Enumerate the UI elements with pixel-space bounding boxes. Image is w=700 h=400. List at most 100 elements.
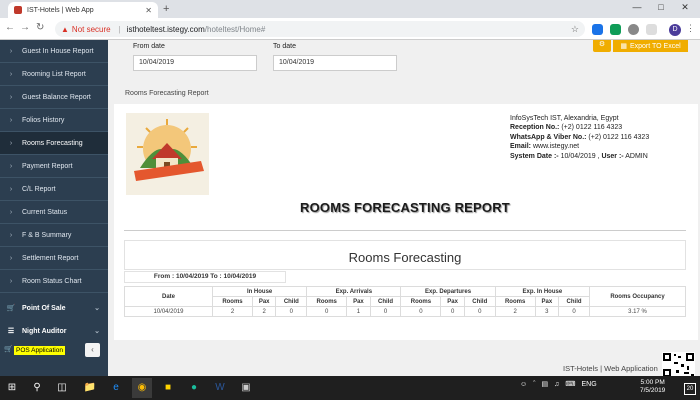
edge-icon[interactable]: e — [106, 378, 126, 398]
url-path: /hoteltest/Home# — [204, 24, 266, 34]
url-field[interactable]: ▲ Not secure | isthoteltest.istegy.com/h… — [55, 21, 585, 37]
app-circle-icon[interactable]: ● — [184, 378, 204, 398]
from-date-input[interactable]: 10/04/2019 — [133, 55, 257, 71]
minimize-button[interactable]: — — [626, 2, 648, 12]
close-tab-icon[interactable]: ✕ — [145, 6, 152, 15]
sidebar-item-room-status-chart[interactable]: › Room Status Chart — [0, 270, 108, 293]
notification-center-icon[interactable]: 20 — [684, 383, 696, 395]
footer-watermark: IST-Hotels | Web Application — [563, 364, 658, 373]
whatsapp-value: (+2) 0122 116 4323 — [586, 133, 650, 141]
table-cell: 2 — [212, 306, 253, 317]
sidebar-item-label: Rooming List Report — [22, 70, 86, 78]
extension-c-icon[interactable] — [610, 24, 621, 35]
divider — [124, 230, 686, 231]
table-icon: ▦ — [620, 43, 627, 50]
sidebar-item-label: Folios History — [22, 116, 65, 124]
forward-arrow-icon[interactable]: → — [20, 22, 30, 33]
clock-time: 5:00 PM — [640, 379, 665, 386]
profile-avatar[interactable]: D — [669, 24, 681, 36]
tab-title: IST-Hotels | Web App — [27, 6, 94, 14]
hotel-logo — [126, 113, 209, 195]
system-date-line: System Date :- 10/04/2019 , User :- ADMI… — [510, 152, 649, 161]
sidebar-item-rooming-list-report[interactable]: › Rooming List Report — [0, 63, 108, 86]
extension-translate-icon[interactable] — [592, 24, 603, 35]
system-date-value: 10/04/2019 , — [558, 152, 602, 160]
sidebar-item-label: Payment Report — [22, 162, 73, 170]
sidebar: › Guest In House Report › Rooming List Rep… — [0, 40, 108, 376]
sidebar-item-current-status[interactable]: › Current Status — [0, 201, 108, 224]
bookmark-star-icon[interactable]: ☆ — [571, 24, 579, 35]
network-icon[interactable]: ▤ — [542, 380, 549, 388]
back-arrow-icon[interactable]: ← — [5, 22, 15, 33]
favicon-icon — [14, 6, 22, 14]
date-header: Date — [124, 286, 213, 307]
keyboard-icon[interactable]: ⌨ — [565, 380, 575, 388]
sidebar-item-payment-report[interactable]: › Payment Report — [0, 155, 108, 178]
search-icon[interactable]: ⚲ — [27, 378, 47, 398]
cart-icon: 🛒 — [6, 305, 16, 312]
chevron-right-icon: › — [9, 116, 13, 124]
collapse-sidebar-button[interactable]: ‹ — [85, 343, 100, 357]
date-range: From : 10/04/2019 To : 10/04/2019 — [124, 271, 286, 283]
browser-tab[interactable]: IST-Hotels | Web App ✕ — [8, 2, 158, 18]
to-date-input[interactable]: 10/04/2019 — [273, 55, 397, 71]
table-cell: 1 — [346, 306, 371, 317]
sub-header: Rooms — [400, 296, 442, 307]
extension-circle-icon[interactable] — [628, 24, 639, 35]
sidebar-item-label: C/L Report — [22, 185, 56, 193]
group-header-exp-departures: Exp. Departures — [400, 286, 496, 297]
task-view-icon[interactable]: ◫ — [52, 378, 72, 398]
sidebar-item-cl-report[interactable]: › C/L Report — [0, 178, 108, 201]
company-address: InfoSysTech IST, Alexandria, Egypt — [510, 115, 619, 122]
table-cell: 3 — [534, 306, 560, 317]
sub-header: Child — [558, 296, 590, 307]
word-icon[interactable]: W — [210, 378, 230, 398]
sidebar-item-guest-in-house-report[interactable]: › Guest In House Report — [0, 40, 108, 63]
browser-menu-icon[interactable]: ⋮ — [686, 23, 695, 34]
sidebar-group-point-of-sale[interactable]: 🛒 Point Of Sale ⌄ — [0, 297, 108, 319]
sub-header: Pax — [534, 296, 560, 307]
chevron-right-icon: › — [9, 277, 13, 285]
sidebar-item-settlement-report[interactable]: › Settlement Report — [0, 247, 108, 270]
volume-icon[interactable]: ♫ — [554, 381, 559, 388]
sidebar-item-label: Guest Balance Report — [22, 93, 91, 101]
pos-application-link[interactable]: POS Application — [14, 346, 65, 355]
chevron-up-icon[interactable]: ˆ — [533, 381, 535, 388]
group-header-exp-arrivals: Exp. Arrivals — [306, 286, 402, 297]
extension-puzzle-icon[interactable] — [646, 24, 657, 35]
sticky-notes-icon[interactable]: ■ — [158, 378, 178, 398]
sub-header: Pax — [346, 296, 371, 307]
chevron-right-icon: › — [9, 231, 13, 239]
from-date-label: From date — [133, 43, 165, 50]
table-cell: 2 — [251, 306, 277, 317]
sidebar-item-rooms-forecasting[interactable]: › Rooms Forecasting — [0, 132, 108, 155]
sidebar-item-label: Current Status — [22, 208, 68, 216]
file-explorer-icon[interactable]: 📁 — [80, 378, 100, 398]
user-value: ADMIN — [623, 152, 648, 160]
clock[interactable]: 5:00 PM 7/5/2019 — [640, 379, 665, 395]
security-label[interactable]: Not secure — [72, 25, 111, 34]
sub-header: Pax — [440, 296, 465, 307]
url-separator: | — [118, 24, 121, 34]
maximize-button[interactable]: □ — [650, 2, 672, 12]
table-cell: 0 — [306, 306, 348, 317]
sidebar-item-label: F & B Summary — [22, 231, 72, 239]
sidebar-item-fb-summary[interactable]: › F & B Summary — [0, 224, 108, 247]
chrome-icon[interactable]: ◉ — [132, 378, 152, 398]
app-window-icon[interactable]: ▣ — [236, 378, 256, 398]
gear-button[interactable]: ⚙ — [593, 40, 611, 52]
pos-cart-icon: 🛒 — [4, 346, 13, 353]
export-excel-button[interactable]: ▦ Export TO Excel — [613, 40, 688, 52]
sidebar-item-guest-balance-report[interactable]: › Guest Balance Report — [0, 86, 108, 109]
sub-header: Child — [463, 296, 496, 307]
sidebar-group-night-auditor[interactable]: ☰ Night Auditor ⌄ — [0, 320, 108, 342]
reload-icon[interactable]: ↻ — [36, 22, 44, 33]
sidebar-item-folios-history[interactable]: › Folios History — [0, 109, 108, 132]
people-icon[interactable]: ☺ — [520, 381, 527, 388]
language-indicator[interactable]: ENG — [581, 381, 596, 388]
new-tab-button[interactable]: + — [163, 3, 169, 15]
table-cell: 3.17 % — [589, 306, 686, 317]
windows-start-icon[interactable]: ⊞ — [2, 378, 22, 398]
close-window-button[interactable]: ✕ — [674, 2, 696, 13]
chevron-right-icon: › — [9, 139, 13, 147]
